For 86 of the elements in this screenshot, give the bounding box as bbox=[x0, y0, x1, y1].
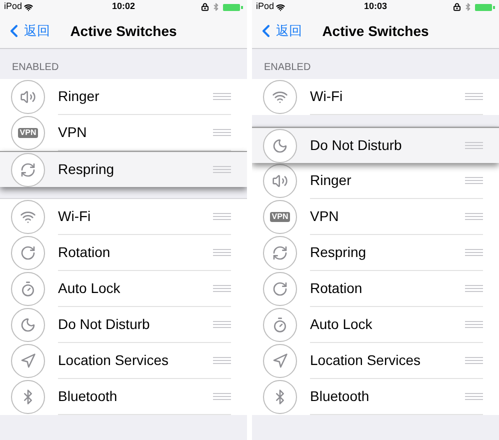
list-row[interactable]: Location Services bbox=[0, 343, 247, 379]
wifi-signal-icon bbox=[24, 2, 34, 12]
vpn-badge: VPN bbox=[18, 128, 38, 138]
row-label: Respring bbox=[310, 243, 368, 262]
drag-handle-icon[interactable] bbox=[465, 393, 483, 400]
drag-handle-icon[interactable] bbox=[465, 142, 483, 149]
row-label: Wi-Fi bbox=[310, 87, 344, 106]
row-label: Wi-Fi bbox=[58, 207, 92, 226]
wifi-signal-icon bbox=[276, 2, 286, 12]
row-label: Auto Lock bbox=[310, 315, 374, 334]
row-label: Location Services bbox=[58, 351, 170, 370]
carrier-label: iPod bbox=[256, 0, 274, 14]
rotate-icon bbox=[20, 245, 36, 261]
row-label: VPN bbox=[58, 123, 88, 142]
row-label: Auto Lock bbox=[58, 279, 122, 298]
drag-handle-icon[interactable] bbox=[465, 321, 483, 328]
drag-handle-icon[interactable] bbox=[465, 285, 483, 292]
drag-handle-icon[interactable] bbox=[213, 321, 231, 328]
list-row[interactable]: Auto Lock bbox=[0, 271, 247, 307]
battery-icon bbox=[475, 4, 495, 10]
drag-handle-icon[interactable] bbox=[213, 249, 231, 256]
speaker-icon bbox=[20, 89, 36, 105]
list-row[interactable]: VPN VPN bbox=[0, 115, 247, 151]
rotate-icon bbox=[272, 281, 288, 297]
list-row[interactable]: Bluetooth bbox=[0, 379, 247, 415]
drag-handle-icon[interactable] bbox=[213, 129, 231, 136]
row-label: Bluetooth bbox=[58, 387, 118, 406]
row-label: Bluetooth bbox=[310, 387, 370, 406]
drag-handle-icon[interactable] bbox=[465, 249, 483, 256]
wifi-icon bbox=[20, 209, 36, 225]
list-row[interactable]: Bluetooth bbox=[252, 379, 499, 415]
row-label: Ringer bbox=[58, 87, 100, 106]
bluetooth-status-icon bbox=[212, 3, 220, 11]
wifi-icon bbox=[272, 89, 288, 105]
screen-title: Active Switches bbox=[70, 22, 177, 40]
drag-handle-icon[interactable] bbox=[213, 166, 231, 173]
drag-handle-icon[interactable] bbox=[213, 93, 231, 100]
vpn-badge: VPN bbox=[270, 212, 290, 222]
list-row[interactable]: Ringer bbox=[252, 163, 499, 199]
section-header: ENABLED bbox=[12, 61, 59, 75]
row-label: Rotation bbox=[310, 279, 364, 298]
dragged-row[interactable]: Respring bbox=[0, 151, 247, 187]
section-header: ENABLED bbox=[264, 61, 311, 75]
drag-handle-icon[interactable] bbox=[213, 213, 231, 220]
row-label: Location Services bbox=[310, 351, 422, 370]
drag-handle-icon[interactable] bbox=[465, 177, 483, 184]
list-row[interactable]: Wi-Fi bbox=[0, 199, 247, 235]
list-row[interactable]: Rotation bbox=[0, 235, 247, 271]
location-arrow-icon bbox=[20, 353, 36, 369]
location-arrow-icon bbox=[272, 353, 288, 369]
refresh-icon bbox=[272, 245, 288, 261]
list-row[interactable]: Rotation bbox=[252, 271, 499, 307]
back-button[interactable]: 返回 bbox=[0, 21, 50, 41]
list-row[interactable]: Do Not Disturb bbox=[0, 307, 247, 343]
drag-handle-icon[interactable] bbox=[465, 93, 483, 100]
refresh-icon bbox=[20, 162, 36, 178]
drag-handle-icon[interactable] bbox=[213, 357, 231, 364]
carrier-label: iPod bbox=[4, 0, 22, 14]
stopwatch-icon bbox=[20, 281, 36, 297]
list-row[interactable]: Respring bbox=[252, 235, 499, 271]
bluetooth-status-icon bbox=[464, 3, 472, 11]
list-row[interactable]: Auto Lock bbox=[252, 307, 499, 343]
back-button[interactable]: 返回 bbox=[252, 21, 302, 41]
drag-handle-icon[interactable] bbox=[465, 357, 483, 364]
drag-handle-icon[interactable] bbox=[213, 393, 231, 400]
row-label: Rotation bbox=[58, 243, 112, 262]
stopwatch-icon bbox=[272, 317, 288, 333]
moon-icon bbox=[20, 317, 36, 333]
drag-handle-icon[interactable] bbox=[213, 285, 231, 292]
drag-handle-icon[interactable] bbox=[465, 213, 483, 220]
row-label: Do Not Disturb bbox=[58, 315, 151, 334]
dragged-row[interactable]: Do Not Disturb bbox=[252, 127, 499, 163]
row-label: VPN bbox=[310, 207, 340, 226]
list-row[interactable]: Location Services bbox=[252, 343, 499, 379]
list-row[interactable]: VPN VPN bbox=[252, 199, 499, 235]
row-label: Respring bbox=[58, 160, 116, 179]
clock-time: 10:02 bbox=[110, 0, 136, 14]
list-row[interactable]: Ringer bbox=[0, 79, 247, 115]
screen-title: Active Switches bbox=[322, 22, 429, 40]
speaker-icon bbox=[272, 173, 288, 189]
clock-time: 10:03 bbox=[362, 0, 388, 14]
row-label: Do Not Disturb bbox=[310, 136, 403, 155]
row-label: Ringer bbox=[310, 171, 352, 190]
moon-icon bbox=[272, 138, 288, 154]
list-row[interactable]: Wi-Fi bbox=[252, 79, 499, 115]
battery-icon bbox=[223, 4, 243, 10]
